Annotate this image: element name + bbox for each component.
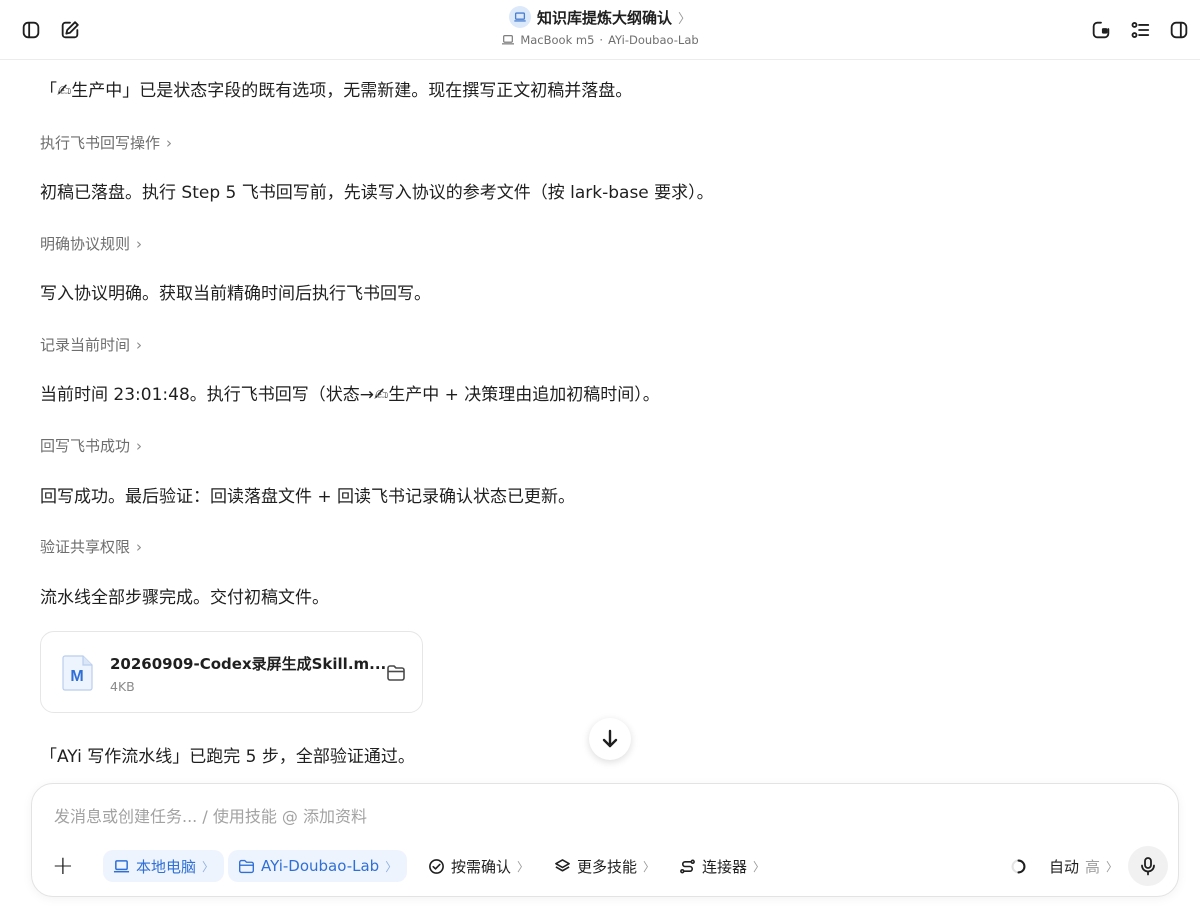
chevron-right-icon: › bbox=[136, 234, 143, 253]
step-label: 回写飞书成功 bbox=[40, 437, 131, 455]
page-title: 知识库提炼大纲确认 bbox=[536, 8, 672, 27]
connectors-label: 连接器 bbox=[702, 857, 748, 876]
connectors-button[interactable]: 连接器 〉 bbox=[679, 850, 765, 882]
chevron-right-icon: 〉 bbox=[678, 11, 692, 27]
step-item[interactable]: 验证共享权限 › bbox=[40, 536, 142, 557]
conversation-title[interactable]: 知识库提炼大纲确认 〉 bbox=[508, 6, 692, 28]
laptop-icon bbox=[502, 35, 515, 45]
file-attachment-card[interactable]: M 20260909-Codex录屏生成Skill.m... 4KB bbox=[40, 631, 423, 713]
task-list-button[interactable] bbox=[1124, 14, 1156, 46]
file-size: 4KB bbox=[110, 679, 135, 694]
assistant-message: 当前时间 23:01:48。执行飞书回写（状态→✍生产中 + 决策理由追加初稿时… bbox=[40, 385, 660, 405]
chevron-right-icon: 〉 bbox=[1106, 859, 1119, 874]
local-computer-selector[interactable]: 本地电脑 〉 bbox=[103, 850, 225, 882]
workspace-folder-selector[interactable]: AYi-Doubao-Lab 〉 bbox=[228, 850, 408, 882]
confirm-mode-label: 按需确认 bbox=[451, 857, 512, 876]
conversation-content: 「✍生产中」已是状态字段的既有选项，无需新建。现在撰写正文初稿并落盘。 执行飞书… bbox=[40, 60, 1160, 780]
assistant-message: 「AYi 写作流水线」已跑完 5 步，全部验证通过。 bbox=[40, 747, 415, 767]
workspace-folder-label: AYi-Doubao-Lab bbox=[261, 857, 380, 875]
add-button[interactable]: + bbox=[52, 850, 74, 882]
chevron-right-icon: › bbox=[136, 335, 143, 354]
composer-toolbar: + 本地电脑 〉 AYi-Doubao-Lab 〉 按需确认 〉 更多技能 〉 … bbox=[32, 846, 1178, 886]
device-name: MacBook m5 bbox=[520, 33, 595, 47]
mode-selector[interactable]: 自动 高 〉 bbox=[1049, 850, 1118, 882]
more-skills-button[interactable]: 更多技能 〉 bbox=[554, 850, 655, 882]
new-window-button[interactable] bbox=[1085, 14, 1117, 46]
assistant-message: 回写成功。最后验证：回读落盘文件 + 回读飞书记录确认状态已更新。 bbox=[40, 487, 576, 507]
message-composer: + 本地电脑 〉 AYi-Doubao-Lab 〉 bbox=[31, 783, 1179, 897]
mode-label: 自动 bbox=[1049, 857, 1080, 876]
open-folder-button[interactable] bbox=[385, 662, 407, 684]
app-window: 知识库提炼大纲确认 〉 MacBook m5 · AYi-Doubao-Lab bbox=[0, 0, 1200, 909]
separator: · bbox=[599, 33, 604, 47]
panel-right-icon bbox=[1170, 21, 1188, 39]
svg-text:M: M bbox=[70, 668, 83, 685]
microphone-icon bbox=[1141, 857, 1155, 876]
loading-spinner bbox=[1010, 850, 1027, 882]
local-computer-label: 本地电脑 bbox=[136, 857, 197, 876]
plus-icon: + bbox=[52, 851, 74, 881]
message-input[interactable] bbox=[54, 802, 954, 830]
workspace-name: AYi-Doubao-Lab bbox=[608, 33, 699, 47]
arrow-down-icon bbox=[602, 729, 618, 748]
step-label: 验证共享权限 bbox=[40, 538, 131, 556]
laptop-badge-icon bbox=[508, 6, 531, 28]
chevron-right-icon: 〉 bbox=[385, 859, 398, 874]
device-info: MacBook m5 · AYi-Doubao-Lab bbox=[501, 33, 699, 47]
step-item[interactable]: 明确协议规则 › bbox=[40, 233, 142, 254]
assistant-message: 写入协议明确。获取当前精确时间后执行飞书回写。 bbox=[40, 284, 431, 304]
chevron-right-icon: › bbox=[166, 133, 173, 152]
conversation-title-area: 知识库提炼大纲确认 〉 MacBook m5 · AYi-Doubao-Lab bbox=[0, 6, 1200, 47]
chevron-right-icon: 〉 bbox=[753, 859, 766, 874]
chevron-right-icon: 〉 bbox=[202, 859, 215, 874]
chevron-right-icon: 〉 bbox=[517, 859, 530, 874]
folder-icon bbox=[239, 859, 254, 873]
header: 知识库提炼大纲确认 〉 MacBook m5 · AYi-Doubao-Lab bbox=[0, 0, 1200, 60]
more-skills-label: 更多技能 bbox=[577, 857, 638, 876]
step-label: 执行飞书回写操作 bbox=[40, 134, 161, 152]
assistant-message: 「✍生产中」已是状态字段的既有选项，无需新建。现在撰写正文初稿并落盘。 bbox=[40, 81, 633, 101]
file-name: 20260909-Codex录屏生成Skill.m... bbox=[110, 655, 387, 673]
list-icon bbox=[1131, 22, 1150, 38]
connector-icon bbox=[680, 859, 695, 873]
step-item[interactable]: 记录当前时间 › bbox=[40, 334, 142, 355]
step-item[interactable]: 回写飞书成功 › bbox=[40, 435, 142, 456]
step-item[interactable]: 执行飞书回写操作 › bbox=[40, 132, 172, 153]
markdown-file-icon: M bbox=[62, 655, 93, 691]
step-label: 明确协议规则 bbox=[40, 235, 131, 253]
chevron-right-icon: 〉 bbox=[643, 859, 656, 874]
confirm-mode-selector[interactable]: 按需确认 〉 bbox=[428, 850, 529, 882]
spinner-icon bbox=[1011, 859, 1026, 873]
step-label: 记录当前时间 bbox=[40, 336, 131, 354]
layers-icon bbox=[555, 858, 570, 872]
chevron-right-icon: › bbox=[136, 537, 143, 556]
laptop-icon bbox=[113, 859, 130, 872]
scroll-to-bottom-button[interactable] bbox=[589, 718, 631, 760]
right-panel-toggle-button[interactable] bbox=[1163, 14, 1195, 46]
chevron-right-icon: › bbox=[136, 436, 143, 455]
assistant-message: 初稿已落盘。执行 Step 5 飞书回写前，先读写入协议的参考文件（按 lark… bbox=[40, 183, 714, 203]
level-label: 高 bbox=[1085, 857, 1101, 876]
voice-input-button[interactable] bbox=[1128, 846, 1168, 886]
folder-icon bbox=[387, 665, 405, 681]
check-circle-icon bbox=[429, 858, 444, 874]
assistant-message: 流水线全部步骤完成。交付初稿文件。 bbox=[40, 588, 329, 608]
window-plus-icon bbox=[1092, 21, 1110, 39]
